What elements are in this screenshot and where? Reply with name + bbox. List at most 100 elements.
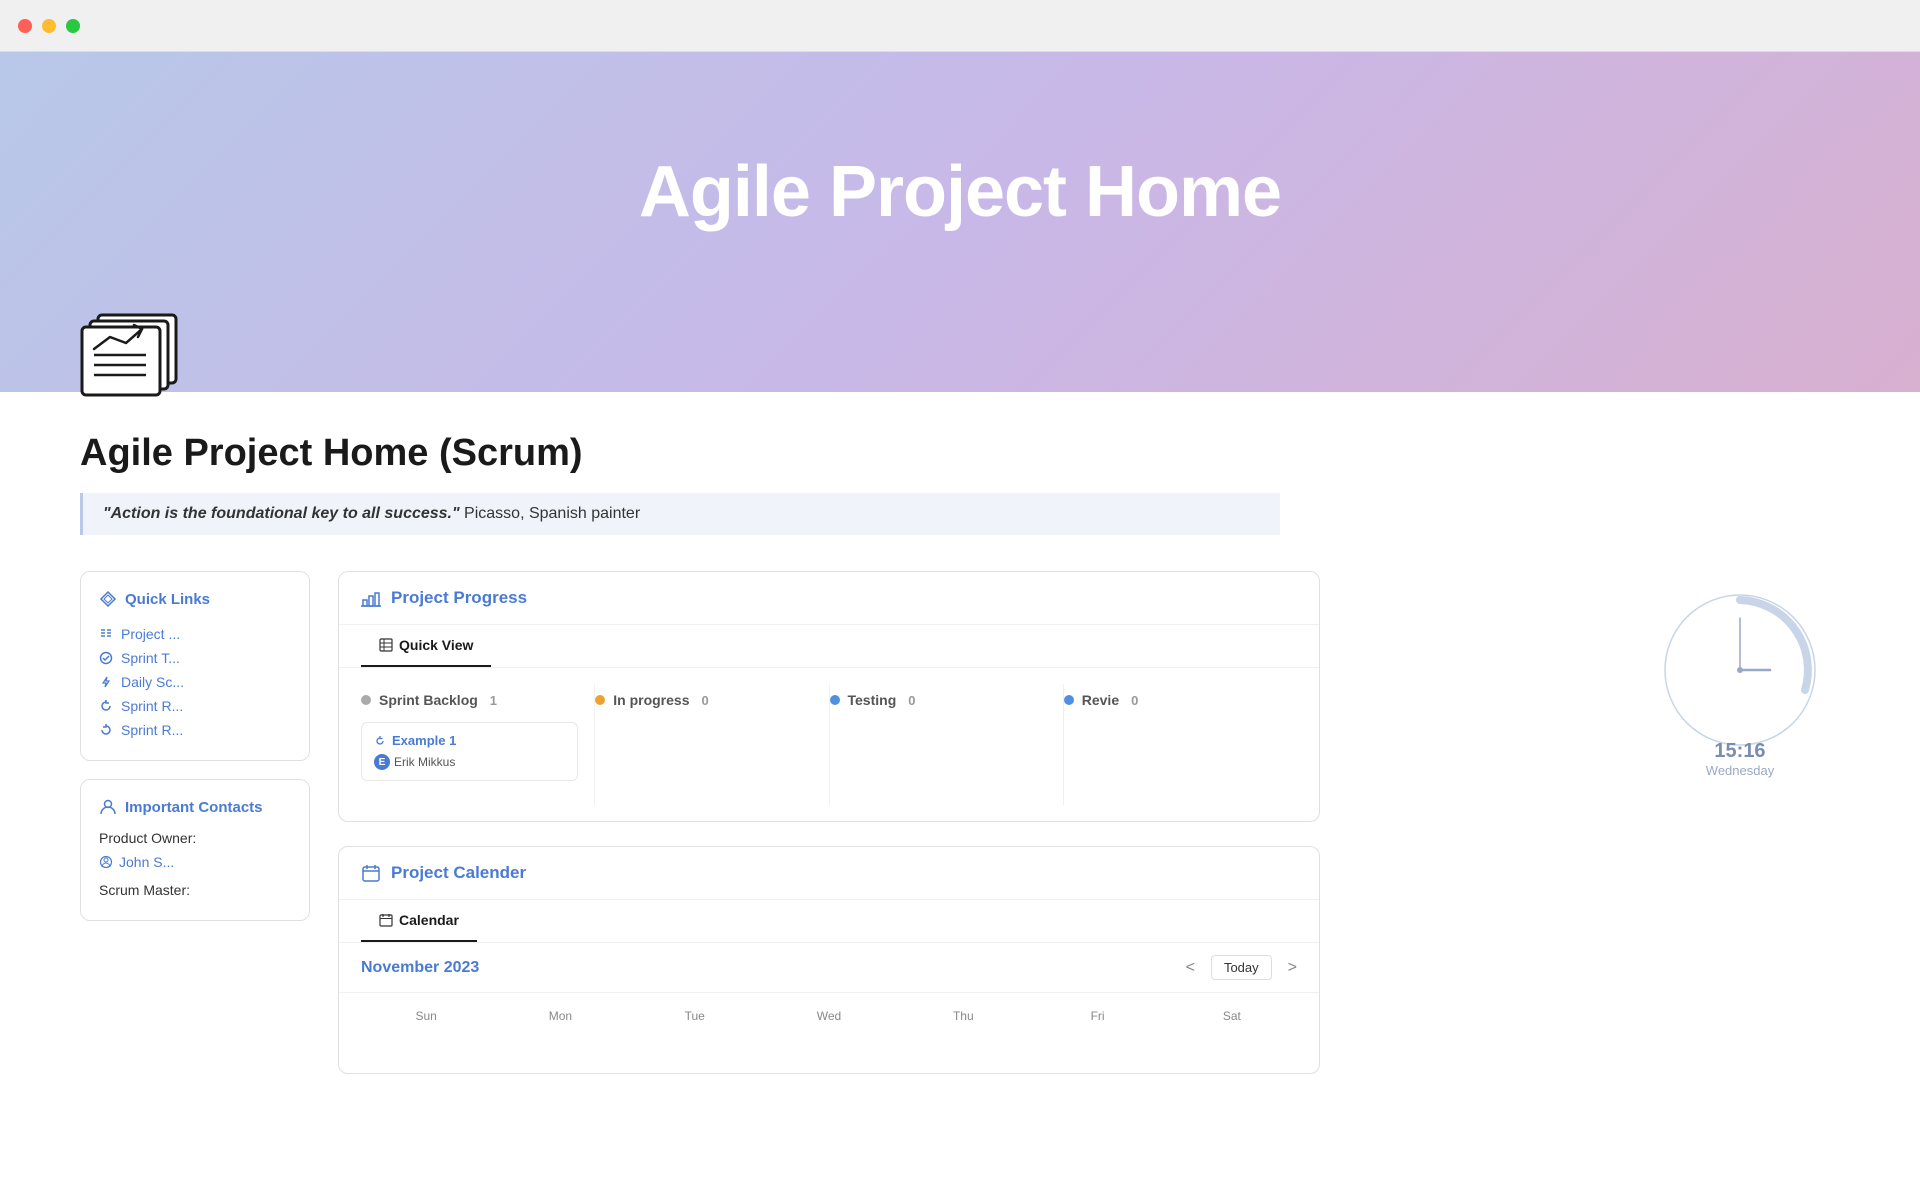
- calendar-section-icon: [361, 863, 381, 883]
- page-title: Agile Project Home (Scrum): [80, 432, 1320, 475]
- quick-link-item-5[interactable]: Sprint R...: [99, 718, 291, 742]
- col-header-review: Revie 0: [1064, 684, 1281, 722]
- day-header-thu: Thu: [898, 1009, 1028, 1023]
- calendar-month-row: November 2023 < Today >: [339, 943, 1319, 993]
- hero-banner: Agile Project Home: [0, 52, 1920, 392]
- col-dot-in-progress: [595, 695, 605, 705]
- day-header-sat: Sat: [1167, 1009, 1297, 1023]
- traffic-light-red[interactable]: [18, 19, 32, 33]
- main-sections: Project Progress Quick View: [338, 571, 1320, 1074]
- col-label-sprint-backlog: Sprint Backlog: [379, 692, 478, 708]
- calendar-month-label: November 2023: [361, 959, 479, 977]
- scrum-master-label: Scrum Master:: [99, 882, 291, 898]
- traffic-light-yellow[interactable]: [42, 19, 56, 33]
- hero-title: Agile Project Home: [639, 151, 1281, 233]
- product-owner-label: Product Owner:: [99, 830, 291, 846]
- traffic-light-green[interactable]: [66, 19, 80, 33]
- quick-link-label-1: Project ...: [121, 626, 180, 642]
- calendar-tab-icon: [379, 913, 393, 927]
- refresh-icon-1: [99, 699, 113, 713]
- col-label-testing: Testing: [848, 692, 897, 708]
- project-progress-tabs: Quick View: [339, 625, 1319, 668]
- quote-block: "Action is the foundational key to all s…: [80, 493, 1280, 535]
- quick-link-item-3[interactable]: Daily Sc...: [99, 670, 291, 694]
- product-owner-person[interactable]: John S...: [99, 850, 291, 874]
- col-header-testing: Testing 0: [830, 684, 1047, 722]
- project-progress-title: Project Progress: [391, 588, 527, 608]
- contacts-title: Important Contacts: [125, 799, 263, 816]
- tab-quick-view[interactable]: Quick View: [361, 625, 491, 667]
- col-dot-testing: [830, 695, 840, 705]
- tab-calendar-label: Calendar: [399, 912, 459, 928]
- quick-links-title: Quick Links: [125, 591, 210, 608]
- day-header-mon: Mon: [495, 1009, 625, 1023]
- clock-day: Wednesday: [1706, 763, 1774, 778]
- left-sidebar: Quick Links Project ...: [80, 571, 310, 921]
- col-header-sprint-backlog: Sprint Backlog 1: [361, 684, 578, 722]
- quick-links-header: Quick Links: [99, 590, 291, 608]
- col-label-review: Revie: [1082, 692, 1119, 708]
- quick-link-item-2[interactable]: Sprint T...: [99, 646, 291, 670]
- col-count-sprint-backlog: 1: [490, 693, 497, 708]
- calendar-body: Sun Mon Tue Wed Thu Fri Sat: [339, 993, 1319, 1073]
- contacts-header: Important Contacts: [99, 798, 291, 816]
- project-progress-card: Project Progress Quick View: [338, 571, 1320, 822]
- list-icon-1: [99, 627, 113, 641]
- kanban-card-assignee: E Erik Mikkus: [374, 754, 565, 770]
- quick-link-item-1[interactable]: Project ...: [99, 622, 291, 646]
- important-contacts-card: Important Contacts Product Owner: John S…: [80, 779, 310, 921]
- kanban-col-testing: Testing 0: [830, 684, 1064, 805]
- lightning-icon: [99, 675, 113, 689]
- main-content: Agile Project Home (Scrum) "Action is th…: [0, 392, 1400, 1114]
- window-chrome: [0, 0, 1920, 52]
- diamond-icon: [99, 590, 117, 608]
- calendar-tabs: Calendar: [339, 900, 1319, 943]
- card-title-text: Example 1: [392, 733, 456, 748]
- clock-widget: 15:16 Wednesday: [1640, 580, 1840, 778]
- col-label-in-progress: In progress: [613, 692, 689, 708]
- calendar-nav: < Today >: [1186, 955, 1297, 980]
- product-owner-name: John S...: [119, 854, 174, 870]
- col-count-testing: 0: [908, 693, 915, 708]
- person-circle-icon: [99, 855, 113, 869]
- assignee-name: Erik Mikkus: [394, 755, 455, 769]
- quote-attribution: Picasso, Spanish painter: [460, 505, 641, 522]
- quote-text: "Action is the foundational key to all s…: [103, 505, 460, 522]
- quick-link-label-5: Sprint R...: [121, 722, 183, 738]
- col-count-in-progress: 0: [702, 693, 709, 708]
- clock-time-display: 15:16 Wednesday: [1706, 740, 1774, 778]
- col-count-review: 0: [1131, 693, 1138, 708]
- tab-calendar[interactable]: Calendar: [361, 900, 477, 942]
- clock-svg: [1650, 580, 1830, 760]
- check-circle-icon: [99, 651, 113, 665]
- person-icon: [99, 798, 117, 816]
- kanban-area: Sprint Backlog 1 Example 1: [339, 668, 1319, 821]
- quick-link-label-4: Sprint R...: [121, 698, 183, 714]
- kanban-card-title-example1[interactable]: Example 1: [374, 733, 565, 748]
- day-header-wed: Wed: [764, 1009, 894, 1023]
- quick-link-item-4[interactable]: Sprint R...: [99, 694, 291, 718]
- assignee-avatar: E: [374, 754, 390, 770]
- day-header-sun: Sun: [361, 1009, 491, 1023]
- quick-links-list: Project ... Sprint T...: [99, 622, 291, 742]
- calendar-today-btn[interactable]: Today: [1211, 955, 1272, 980]
- refresh-icon-2: [99, 723, 113, 737]
- kanban-col-sprint-backlog: Sprint Backlog 1 Example 1: [361, 684, 595, 805]
- quick-links-card: Quick Links Project ...: [80, 571, 310, 761]
- clock-time: 15:16: [1706, 740, 1774, 763]
- refresh-small-icon: [374, 735, 386, 747]
- quick-link-label-3: Daily Sc...: [121, 674, 184, 690]
- project-progress-header: Project Progress: [339, 572, 1319, 625]
- project-calendar-title: Project Calender: [391, 863, 526, 883]
- calendar-next-btn[interactable]: >: [1288, 959, 1297, 977]
- table-icon: [379, 638, 393, 652]
- calendar-prev-btn[interactable]: <: [1186, 959, 1195, 977]
- col-header-in-progress: In progress 0: [595, 684, 812, 722]
- tab-quick-view-label: Quick View: [399, 637, 473, 653]
- kanban-card-example1: Example 1 E Erik Mikkus: [361, 722, 578, 781]
- project-calendar-card: Project Calender Calendar Novemb: [338, 846, 1320, 1074]
- quick-link-label-2: Sprint T...: [121, 650, 180, 666]
- col-dot-sprint-backlog: [361, 695, 371, 705]
- chart-bar-icon: [361, 588, 381, 608]
- col-dot-review: [1064, 695, 1074, 705]
